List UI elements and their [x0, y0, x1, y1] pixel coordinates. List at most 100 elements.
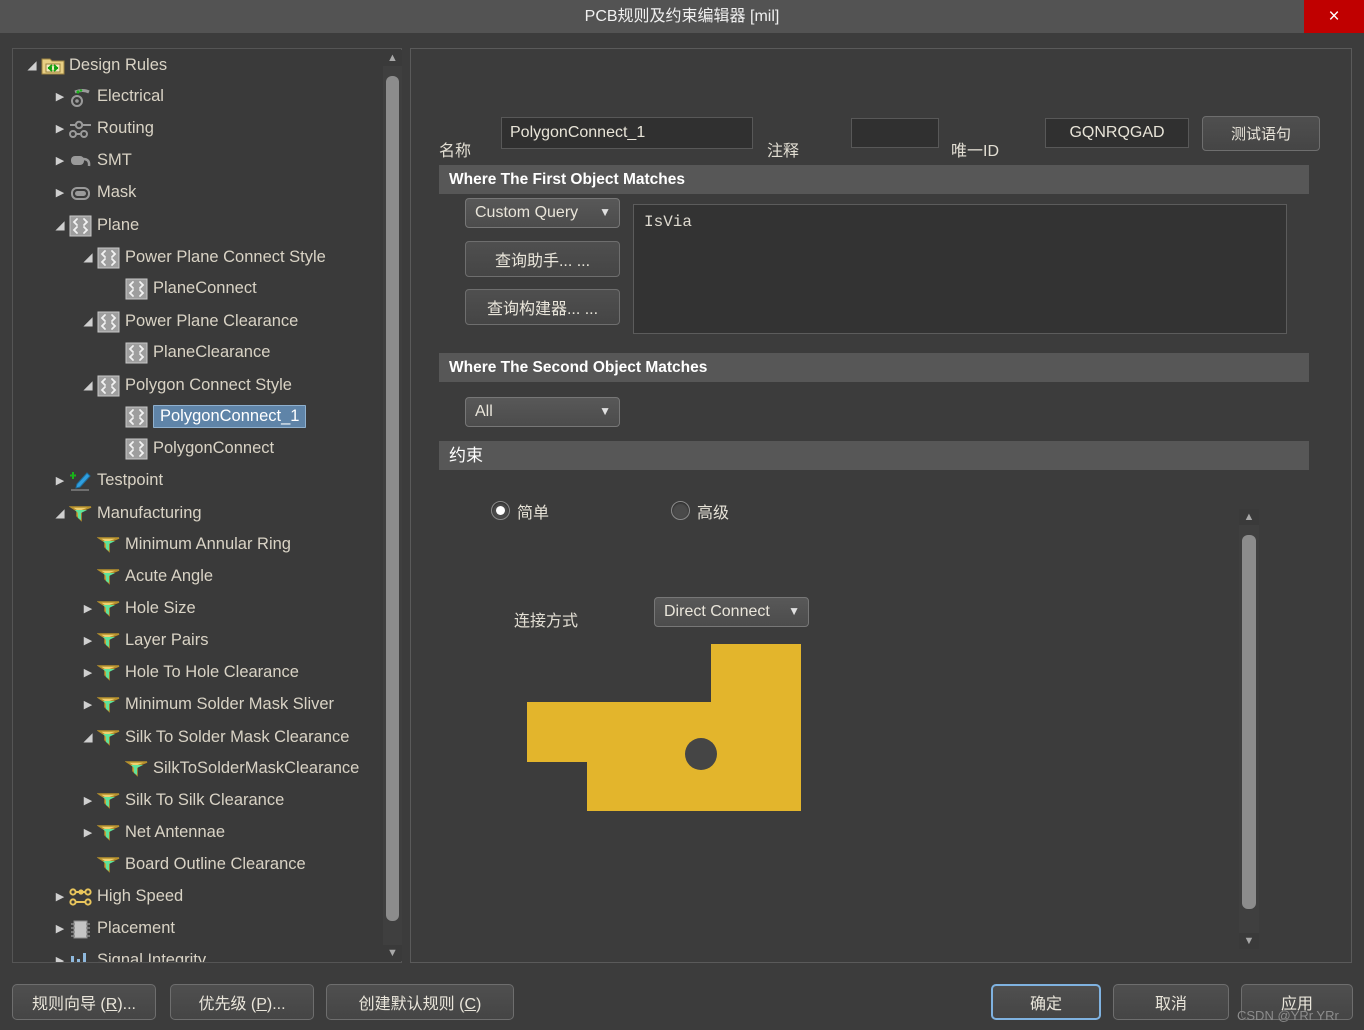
expand-arrow-closed-icon[interactable]: [51, 945, 69, 962]
tree-item[interactable]: Minimum Solder Mask Sliver: [13, 689, 383, 721]
unique-id-input[interactable]: [1045, 118, 1189, 148]
expand-arrow-closed-icon[interactable]: [79, 689, 97, 722]
dialog-body: Design Rules Electrical Routing SMT Mask Plan…: [0, 33, 1364, 973]
window-title: PCB规则及约束编辑器 [mil]: [584, 8, 780, 25]
expand-arrow-closed-icon[interactable]: [51, 113, 69, 146]
expand-arrow-closed-icon[interactable]: [51, 81, 69, 114]
tree-item[interactable]: Net Antennae: [13, 817, 383, 849]
tree-item[interactable]: Layer Pairs: [13, 625, 383, 657]
tree-scroll-up-icon[interactable]: ▲: [383, 50, 402, 66]
tree-item[interactable]: Plane: [13, 209, 383, 241]
custom-query-textarea[interactable]: IsVia: [633, 204, 1287, 334]
tree-item[interactable]: SMT: [13, 145, 383, 177]
tree-scrollbar-thumb[interactable]: [386, 76, 399, 921]
priorities-button[interactable]: 优先级 (P)...: [170, 984, 314, 1020]
tree-item[interactable]: Testpoint: [13, 465, 383, 497]
expand-arrow-closed-icon[interactable]: [51, 177, 69, 210]
expand-arrow-closed-icon[interactable]: [79, 817, 97, 850]
comment-input[interactable]: [851, 118, 939, 148]
tree-item[interactable]: Hole To Hole Clearance: [13, 657, 383, 689]
tree-item-label: PlaneClearance: [153, 343, 271, 361]
connect-style-dropdown[interactable]: Direct Connect ▼: [654, 597, 809, 627]
tree-item[interactable]: Routing: [13, 113, 383, 145]
close-icon[interactable]: ×: [1304, 0, 1364, 33]
apply-button[interactable]: 应用: [1241, 984, 1353, 1020]
expand-arrow-open-icon[interactable]: [79, 241, 97, 275]
rule-wizard-button[interactable]: 规则向导 (R)...: [12, 984, 156, 1020]
expand-arrow-closed-icon[interactable]: [79, 785, 97, 818]
manufacturing-icon: [97, 727, 121, 749]
expand-arrow-open-icon[interactable]: [51, 497, 69, 531]
expand-arrow-closed-icon[interactable]: [51, 465, 69, 498]
expand-arrow-open-icon[interactable]: [51, 209, 69, 243]
create-default-rules-button[interactable]: 创建默认规则 (C): [326, 984, 514, 1020]
tree-item-label: Minimum Annular Ring: [125, 535, 291, 553]
tree-item[interactable]: Signal Integrity: [13, 945, 383, 962]
smt-icon: [69, 150, 93, 172]
tree-item[interactable]: Placement: [13, 913, 383, 945]
tree-item[interactable]: Silk To Solder Mask Clearance: [13, 721, 383, 753]
polygon-connect-preview: [527, 644, 801, 811]
tree-item[interactable]: High Speed: [13, 881, 383, 913]
tree-scrollbar[interactable]: ▲ ▼: [383, 50, 402, 961]
tree-item[interactable]: PlaneClearance: [13, 337, 383, 369]
name-input[interactable]: [501, 117, 753, 149]
tree-item[interactable]: PlaneConnect: [13, 273, 383, 305]
ok-button[interactable]: 确定: [991, 984, 1101, 1020]
constraints-scroll-up-icon[interactable]: ▲: [1239, 509, 1259, 525]
expand-arrow-closed-icon[interactable]: [51, 145, 69, 178]
constraints-scrollbar-thumb[interactable]: [1242, 535, 1256, 909]
expand-arrow-closed-icon[interactable]: [79, 625, 97, 658]
tree-item[interactable]: Silk To Silk Clearance: [13, 785, 383, 817]
expand-arrow-open-icon[interactable]: [79, 721, 97, 755]
tree-item[interactable]: Hole Size: [13, 593, 383, 625]
manufacturing-icon: [97, 662, 121, 684]
tree-item-label: High Speed: [97, 887, 184, 905]
plane-icon: [125, 342, 149, 364]
tree-item[interactable]: Acute Angle: [13, 561, 383, 593]
tree-item-label: SMT: [97, 151, 132, 169]
tree-scroll-down-icon[interactable]: ▼: [383, 945, 402, 961]
tree-item[interactable]: Design Rules: [13, 49, 383, 81]
tree-item[interactable]: Electrical: [13, 81, 383, 113]
manufacturing-icon: [97, 822, 121, 844]
footer-bar: 规则向导 (R)... 优先级 (P)... 创建默认规则 (C) 确定 取消 …: [0, 973, 1364, 1030]
second-object-scope-value: All: [475, 403, 493, 420]
tree-item[interactable]: Board Outline Clearance: [13, 849, 383, 881]
constraints-scrollbar[interactable]: ▲ ▼: [1239, 509, 1259, 949]
expand-arrow-open-icon[interactable]: [79, 305, 97, 339]
tree-item[interactable]: Manufacturing: [13, 497, 383, 529]
expand-arrow-closed-icon[interactable]: [51, 913, 69, 946]
expand-arrow-closed-icon[interactable]: [79, 657, 97, 690]
signal-integrity-icon: [69, 950, 93, 962]
first-object-scope-dropdown[interactable]: Custom Query ▼: [465, 198, 620, 228]
plane-icon: [125, 406, 149, 428]
constraints-scroll-down-icon[interactable]: ▼: [1239, 933, 1259, 949]
query-builder-button[interactable]: 查询构建器... ...: [465, 289, 620, 325]
manufacturing-icon: [97, 854, 121, 876]
expand-arrow-closed-icon[interactable]: [51, 881, 69, 914]
tree-item[interactable]: Power Plane Connect Style: [13, 241, 383, 273]
tree-item-label: Board Outline Clearance: [125, 855, 306, 873]
tree-item[interactable]: Mask: [13, 177, 383, 209]
second-object-scope-dropdown[interactable]: All ▼: [465, 397, 620, 427]
query-helper-button[interactable]: 查询助手... ...: [465, 241, 620, 277]
tree-item[interactable]: SilkToSolderMaskClearance: [13, 753, 383, 785]
via-hole-shape: [685, 738, 717, 770]
plane-icon: [97, 375, 121, 397]
tree-item[interactable]: Polygon Connect Style: [13, 369, 383, 401]
plane-icon: [125, 438, 149, 460]
design-rules-tree[interactable]: Design Rules Electrical Routing SMT Mask Plan…: [13, 49, 383, 962]
tree-item-selected[interactable]: PolygonConnect_1: [13, 401, 383, 433]
tree-item[interactable]: Power Plane Clearance: [13, 305, 383, 337]
cancel-button[interactable]: 取消: [1113, 984, 1229, 1020]
expand-arrow-open-icon[interactable]: [23, 49, 41, 83]
tree-item[interactable]: Minimum Annular Ring: [13, 529, 383, 561]
expand-arrow-open-icon[interactable]: [79, 369, 97, 403]
test-query-button[interactable]: 测试语句: [1202, 116, 1320, 151]
tree-item[interactable]: PolygonConnect: [13, 433, 383, 465]
plane-icon: [125, 278, 149, 300]
plane-icon: [97, 311, 121, 333]
manufacturing-icon: [97, 598, 121, 620]
expand-arrow-closed-icon[interactable]: [79, 593, 97, 626]
